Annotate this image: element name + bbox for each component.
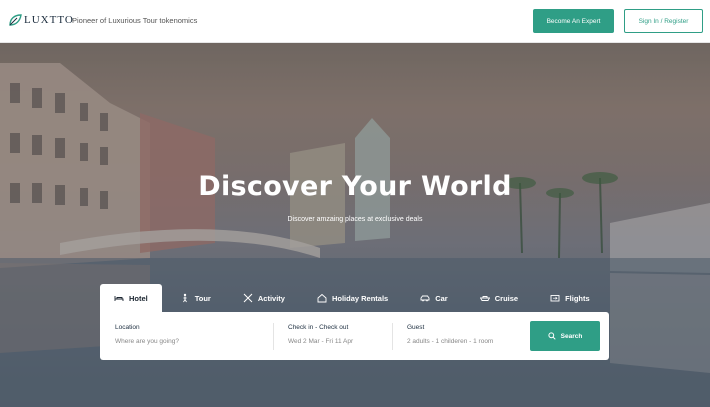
hiker-icon [182,293,187,303]
tab-label: Holiday Rentals [331,293,389,303]
tab-label: Flights [565,293,590,303]
logo[interactable]: LUXTTO [8,13,74,27]
tab-label: Activity [257,293,285,303]
location-input[interactable]: Where are you going? [115,338,179,345]
dates-field[interactable]: Check in - Check out Wed 2 Mar - Fri 11 … [288,324,353,345]
airplane-ticket-icon [550,295,560,302]
dates-label: Check in - Check out [288,324,349,331]
divider [273,323,274,350]
search-panel: Location Where are you going? Check in -… [100,312,609,360]
tab-label: Car [435,293,448,303]
booking-tabs: Hotel Tour Activity Holiday Rentals Car … [100,284,608,312]
sign-in-register-button[interactable]: Sign In / Register [624,9,703,33]
top-header: LUXTTO Pioneer of Luxurious Tour tokenom… [0,0,710,43]
tab-activity[interactable]: Activity [229,284,299,312]
hero-subtitle: Discover amzaing places at exclusive dea… [287,216,423,223]
car-icon [420,295,430,302]
tab-cruise[interactable]: Cruise [466,284,532,312]
search-button-label: Search [560,332,583,340]
ship-icon [479,296,490,301]
search-icon [548,332,556,340]
tab-car[interactable]: Car [406,284,462,312]
tab-label: Cruise [494,293,519,303]
ski-icon [243,293,253,303]
search-button[interactable]: Search [530,321,600,351]
guest-field[interactable]: Guest 2 adults - 1 childeren - 1 room [407,324,493,345]
tab-hotel[interactable]: Hotel [100,284,162,312]
bed-icon [114,296,124,301]
tab-holiday-rentals[interactable]: Holiday Rentals [303,284,402,312]
location-label: Location [115,324,140,331]
tab-flights[interactable]: Flights [536,284,604,312]
guest-label: Guest [407,324,425,331]
tab-label: Hotel [129,293,148,303]
divider [392,323,393,350]
dates-input[interactable]: Wed 2 Mar - Fri 11 Apr [288,338,353,345]
become-expert-button[interactable]: Become An Expert [533,9,614,33]
leaf-logo-icon [9,14,22,26]
tagline: Pioneer of Luxurious Tour tokenomics [72,16,198,25]
logo-text: LUXTTO [24,14,74,26]
house-icon [317,293,327,303]
location-field[interactable]: Location Where are you going? [115,324,179,345]
hero-title: Discover Your World [198,171,512,202]
tab-label: Tour [194,293,211,303]
guest-input[interactable]: 2 adults - 1 childeren - 1 room [407,338,493,345]
tab-tour[interactable]: Tour [166,284,225,312]
